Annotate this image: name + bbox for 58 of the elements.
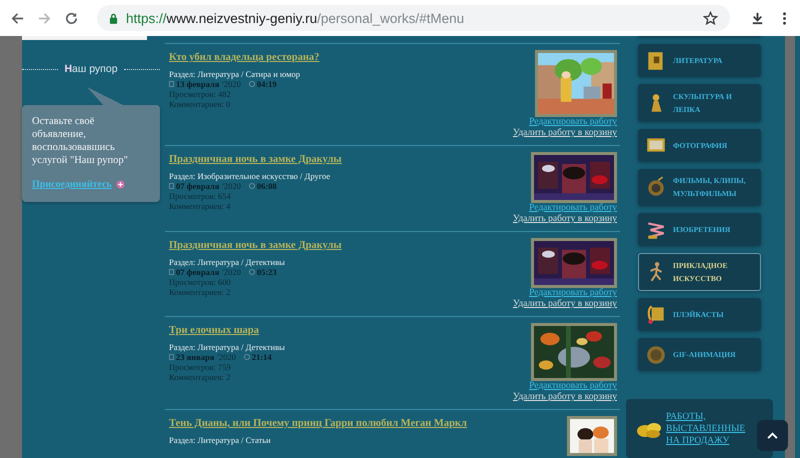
work-year: '2020 <box>222 181 241 191</box>
work-time: 04:19 <box>256 79 277 89</box>
calendar-icon <box>169 354 174 360</box>
calendar-icon <box>169 81 174 87</box>
back-icon[interactable] <box>10 10 25 26</box>
download-icon[interactable] <box>750 10 765 26</box>
work-title-link[interactable]: Праздничная ночь в замке Дракулы <box>169 240 342 251</box>
reload-icon[interactable] <box>64 10 79 26</box>
work-section: Раздел: Изобразительное искусство / Другое <box>169 171 342 181</box>
work-title-link[interactable]: Кто убил владельца ресторана? <box>169 52 320 63</box>
work-date: 07 февраля <box>176 181 220 191</box>
comment-count: Комментариев: 2 <box>169 372 232 382</box>
scroll-top-button[interactable] <box>757 420 788 451</box>
work-section: Раздел: Литература / Статьи <box>169 435 467 445</box>
clock-icon <box>248 81 255 87</box>
work-section: Раздел: Литература / Детективы <box>169 257 342 267</box>
edit-link[interactable]: Редактировать работу <box>529 203 617 214</box>
work-time: 05:23 <box>256 267 277 277</box>
clock-icon <box>244 354 250 360</box>
work-title-link[interactable]: Праздничная ночь в замке Дракулы <box>169 154 342 165</box>
address-bar[interactable]: https://www.neizvestniy-geniy.ru/personal_works/#tMenu <box>97 5 730 31</box>
plus-icon <box>116 180 125 189</box>
work-title-link[interactable]: Три елочных шара <box>169 325 285 336</box>
view-count: Просмотров: 759 <box>169 362 232 372</box>
delete-link[interactable]: Удалить работу в корзину <box>512 299 617 310</box>
edit-link[interactable]: Редактировать работу <box>529 381 617 392</box>
calendar-icon <box>169 269 174 275</box>
work-year: '2020 <box>222 79 241 89</box>
work-time: 06:08 <box>256 181 277 191</box>
work-date: 07 февраля <box>176 267 220 277</box>
clock-icon <box>248 183 255 189</box>
view-count: Просмотров: 654 <box>169 191 232 201</box>
edit-link[interactable]: Редактировать работу <box>529 288 617 299</box>
lock-icon <box>109 12 118 24</box>
work-date: 23 января <box>176 352 214 362</box>
section-heading: Наш рупор <box>64 63 118 75</box>
work-year: '2020 <box>222 267 241 277</box>
delete-link[interactable]: Удалить работу в корзину <box>512 392 617 403</box>
comment-count: Комментариев: 2 <box>169 287 232 297</box>
work-section: Раздел: Литература / Сатира и юмор <box>169 69 320 79</box>
star-icon[interactable] <box>703 10 718 26</box>
comment-count: Комментариев: 4 <box>169 201 232 211</box>
work-title-link[interactable]: Тень Дианы, или Почему принц Гарри полюбил Меган Маркл <box>169 418 467 429</box>
caret-up-icon <box>767 432 778 439</box>
view-count: Просмотров: 600 <box>169 277 232 287</box>
delete-link[interactable]: Удалить работу в корзину <box>512 214 617 225</box>
work-year: '2020 <box>217 352 236 362</box>
delete-link[interactable]: Удалить работу в корзину <box>512 128 617 139</box>
work-section: Раздел: Литература / Детективы <box>169 342 285 352</box>
promo-text: Оставьте своё объявление, воспользовавшись услугой "Наш рупор" <box>32 115 129 167</box>
comment-count: Комментариев: 0 <box>169 99 232 109</box>
for-sale-link[interactable]: РАБОТЫ, ВЫСТАВЛЕННЫЕ НА ПРОДАЖУ <box>666 410 746 447</box>
clock-icon <box>248 269 255 275</box>
edit-link[interactable]: Редактировать работу <box>529 117 617 128</box>
work-time: 21:14 <box>252 352 272 362</box>
view-count: Просмотров: 482 <box>169 89 232 99</box>
work-date: 13 февраля <box>176 79 220 89</box>
calendar-icon <box>169 183 174 189</box>
